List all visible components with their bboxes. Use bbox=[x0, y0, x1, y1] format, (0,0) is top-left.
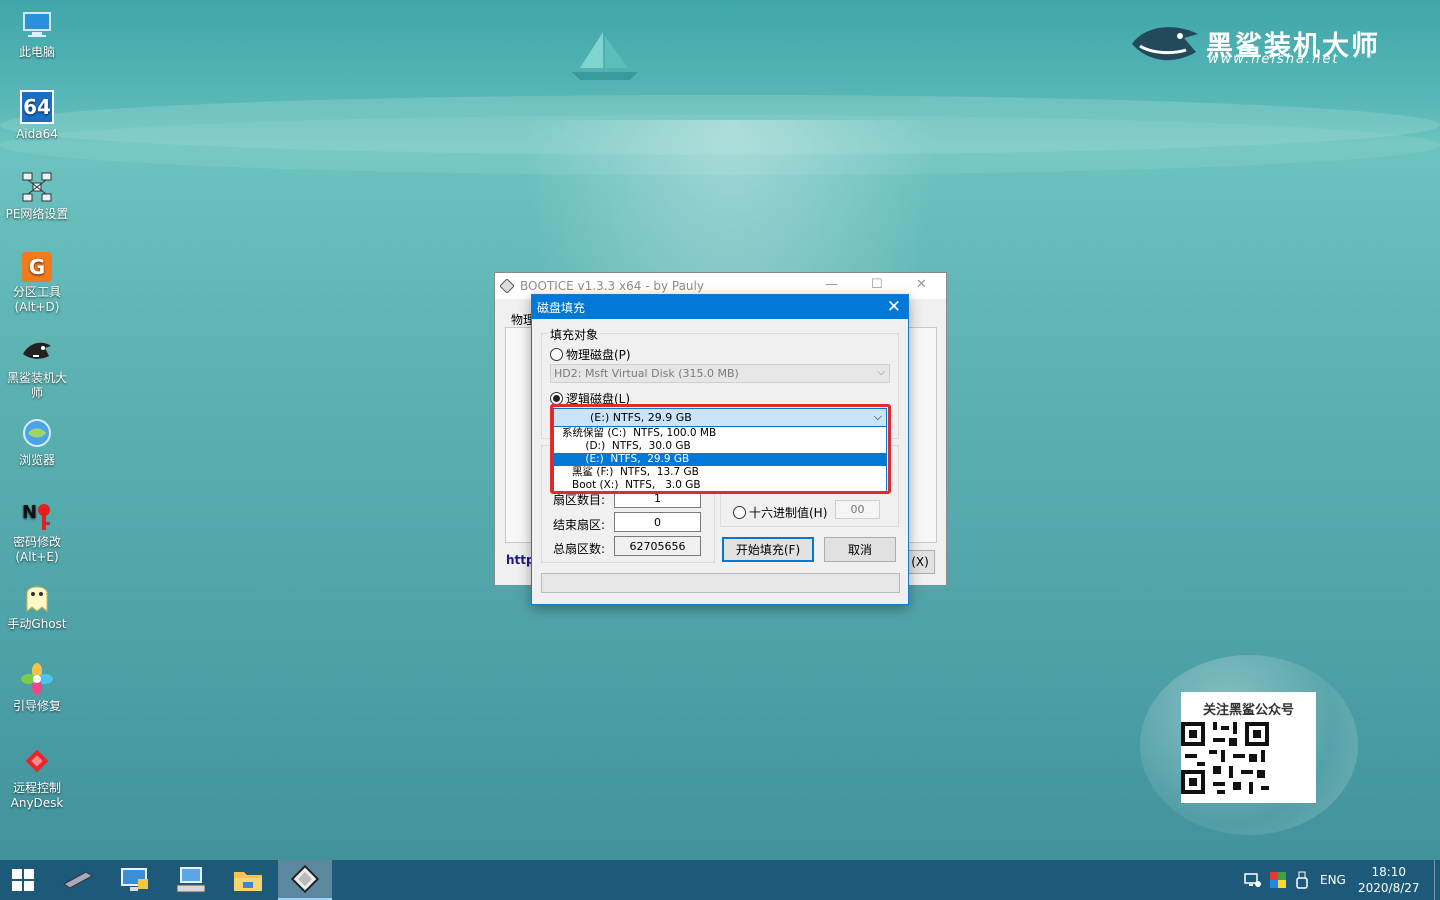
folder-icon bbox=[234, 872, 262, 891]
bootice-exit-button[interactable]: (X) bbox=[905, 550, 935, 574]
total-sectors-label: 总扇区数: bbox=[553, 542, 606, 556]
boot-repair-icon bbox=[20, 662, 54, 696]
brand-url: www.heisha.net bbox=[1208, 52, 1340, 67]
taskbar-disk-app[interactable] bbox=[51, 860, 105, 900]
qr-card: 关注黑鲨公众号 bbox=[1181, 692, 1316, 803]
desktop-icon-anydesk[interactable]: 远程控制 AnyDesk bbox=[0, 744, 74, 811]
network-status-icon[interactable] bbox=[1244, 872, 1262, 888]
svg-text:N: N bbox=[22, 502, 37, 523]
physical-disk-label: 物理磁盘(P) bbox=[566, 348, 631, 362]
dialog-title: 磁盘填充 bbox=[537, 300, 586, 315]
taskbar-remote-app[interactable] bbox=[164, 860, 218, 900]
hex-value-label: 十六进制值(H) bbox=[749, 506, 828, 520]
qr-title: 关注黑鲨公众号 bbox=[1202, 703, 1294, 718]
desktop-icon-label: 黑鲨装机大 师 bbox=[6, 371, 67, 400]
network-icon bbox=[20, 170, 54, 204]
show-desktop-button[interactable] bbox=[1434, 860, 1440, 900]
clock[interactable]: 18:10 2020/8/27 bbox=[1358, 860, 1420, 900]
desktop-icon-partition-tool[interactable]: G 分区工具 (Alt+D) bbox=[0, 252, 74, 315]
highlight-annotation-box bbox=[550, 404, 891, 494]
desktop-icon-this-pc[interactable]: 此电脑 bbox=[0, 8, 74, 60]
monitor-network-icon bbox=[121, 868, 148, 891]
desktop-icon-label: 密码修改 (Alt+E) bbox=[12, 535, 61, 564]
qr-code-image bbox=[1181, 722, 1269, 794]
bootice-title: BOOTICE v1.3.3 x64 - by Pauly bbox=[520, 279, 704, 293]
anydesk-icon bbox=[20, 744, 54, 778]
desktop-icon-label: 此电脑 bbox=[18, 45, 55, 59]
shark-icon bbox=[20, 334, 54, 368]
browser-icon bbox=[20, 416, 54, 450]
desktop-icon-label: 浏览器 bbox=[18, 453, 55, 467]
desktop-icon-label: 远程控制 AnyDesk bbox=[10, 781, 64, 810]
desktop-icon-heisha[interactable]: 黑鲨装机大 师 bbox=[0, 334, 74, 401]
password-icon: N bbox=[20, 498, 54, 532]
desktop-icon-ghost[interactable]: 手动Ghost bbox=[0, 580, 74, 632]
desktop-icon-aida64[interactable]: 64 Aida64 bbox=[0, 90, 74, 142]
language-indicator[interactable]: ENG bbox=[1320, 873, 1346, 887]
start-button[interactable] bbox=[0, 860, 46, 900]
physical-disk-combo[interactable]: HD2: Msft Virtual Disk (315.0 MB) ⌵ bbox=[550, 364, 890, 383]
physical-disk-value: HD2: Msft Virtual Disk (315.0 MB) bbox=[554, 367, 739, 380]
physical-disk-radio[interactable]: 物理磁盘(P) bbox=[550, 346, 631, 363]
radio-circle bbox=[733, 506, 746, 519]
hex-value-field[interactable]: 00 bbox=[835, 500, 880, 519]
minimize-icon[interactable]: — bbox=[825, 277, 838, 292]
radio-circle bbox=[550, 348, 563, 361]
aida64-icon: 64 bbox=[20, 90, 54, 124]
sailboat-icon bbox=[572, 32, 638, 80]
bootice-app-icon bbox=[290, 864, 320, 894]
end-sector-field[interactable]: 0 bbox=[614, 512, 701, 532]
ghost-icon bbox=[20, 580, 54, 614]
computer-icon bbox=[20, 8, 54, 42]
maximize-icon[interactable]: ☐ bbox=[871, 277, 883, 292]
color-display-icon[interactable] bbox=[1270, 872, 1286, 888]
desktop-icon-pe-network[interactable]: PE网络设置 bbox=[0, 170, 74, 222]
clock-time: 18:10 bbox=[1371, 865, 1407, 879]
desktop-icon-label: Aida64 bbox=[16, 127, 58, 141]
desktop-icon-label: 引导修复 bbox=[12, 699, 61, 713]
desktop-icon-label: PE网络设置 bbox=[5, 207, 69, 221]
taskbar-network-app[interactable] bbox=[108, 860, 162, 900]
dialog-title-bar[interactable]: 磁盘填充 bbox=[532, 295, 908, 319]
taskbar-bootice[interactable] bbox=[278, 860, 332, 900]
desktop-icon-label: 分区工具 (Alt+D) bbox=[12, 285, 61, 314]
cancel-button[interactable]: 取消 bbox=[824, 537, 896, 562]
disk-drive-icon bbox=[63, 871, 93, 889]
desktop-icon-password[interactable]: N 密码修改 (Alt+E) bbox=[0, 498, 74, 565]
taskbar: ENG 18:10 2020/8/27 bbox=[0, 860, 1440, 900]
fill-target-legend: 填充对象 bbox=[548, 326, 601, 343]
bootice-app-icon bbox=[500, 279, 514, 293]
usb-icon[interactable] bbox=[1296, 871, 1308, 889]
clock-date: 2020/8/27 bbox=[1358, 881, 1420, 895]
dialog-close-icon[interactable]: ✕ bbox=[887, 296, 901, 318]
keyboard-monitor-icon bbox=[176, 867, 206, 893]
windows-icon bbox=[12, 869, 34, 891]
hex-value-radio[interactable]: 十六进制值(H) bbox=[733, 504, 827, 521]
total-sectors-field: 62705656 bbox=[614, 536, 701, 556]
desktop-icon-label: 手动Ghost bbox=[7, 617, 67, 631]
shark-logo-icon bbox=[1132, 27, 1198, 61]
start-fill-button[interactable]: 开始填充(F) bbox=[722, 537, 814, 562]
desktop-icon-boot-repair[interactable]: 引导修复 bbox=[0, 662, 74, 714]
close-icon[interactable]: ✕ bbox=[916, 277, 927, 292]
end-sector-label: 结束扇区: bbox=[553, 518, 606, 532]
taskbar-file-explorer[interactable] bbox=[221, 860, 275, 900]
chevron-down-icon: ⌵ bbox=[877, 367, 885, 378]
system-tray: ENG bbox=[1244, 860, 1346, 900]
partition-tool-icon: G bbox=[22, 252, 52, 282]
desktop-icon-browser[interactable]: 浏览器 bbox=[0, 416, 74, 468]
progress-bar bbox=[541, 573, 900, 593]
